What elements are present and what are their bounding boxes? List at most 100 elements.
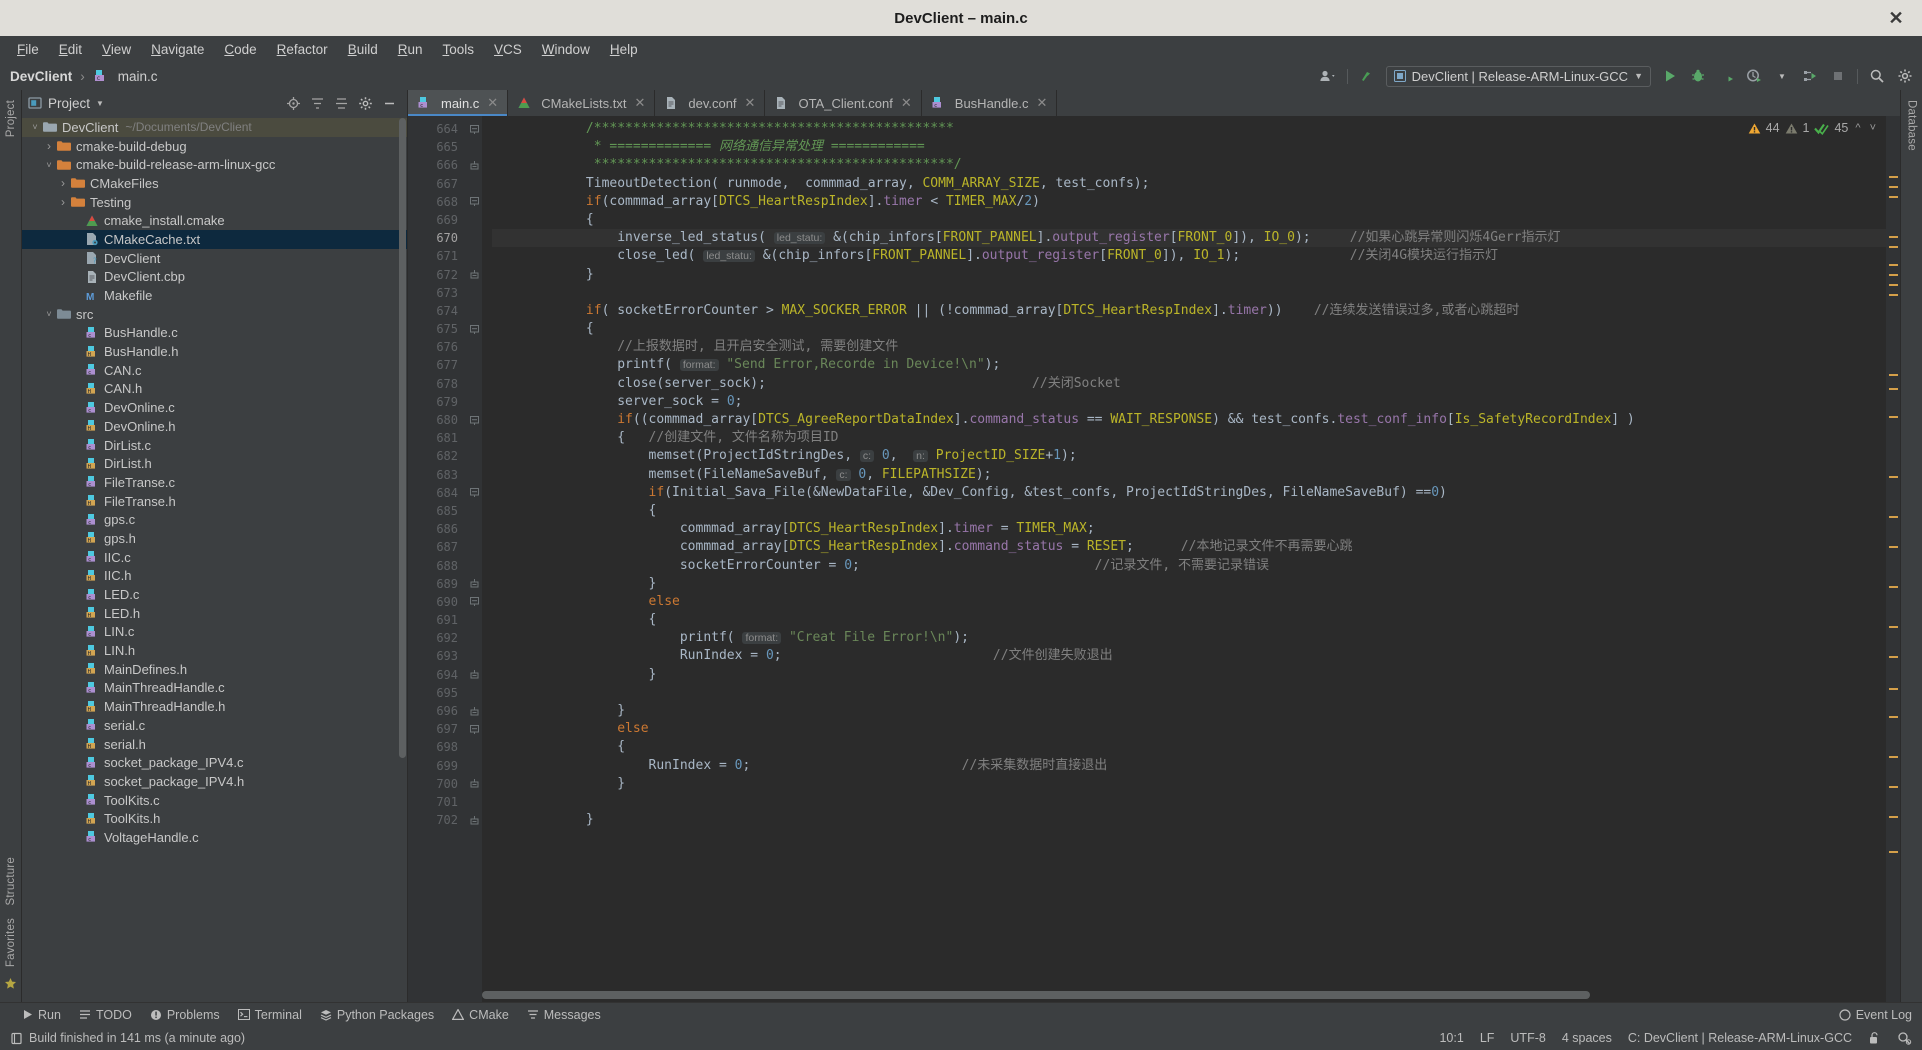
run-configuration-selector[interactable]: DevClient | Release-ARM-Linux-GCC ▼: [1385, 65, 1651, 87]
line-separator[interactable]: LF: [1480, 1031, 1495, 1045]
error-stripe-marker[interactable]: [1889, 388, 1898, 390]
code-line[interactable]: { //创建文件, 文件名称为项目ID: [492, 429, 1886, 447]
code-line[interactable]: else: [492, 720, 1886, 738]
close-icon[interactable]: ✕: [901, 95, 912, 111]
error-stripe-marker[interactable]: [1889, 294, 1898, 296]
gear-icon[interactable]: [358, 96, 373, 111]
fold-collapse-icon[interactable]: [466, 120, 482, 138]
error-stripe-marker[interactable]: [1889, 851, 1898, 853]
code-line[interactable]: }: [492, 266, 1886, 284]
tool-window-button-problems[interactable]: Problems: [150, 1008, 220, 1022]
tree-node[interactable]: H IIC.h: [22, 567, 407, 586]
error-stripe-marker[interactable]: [1889, 236, 1898, 238]
locate-icon[interactable]: [286, 96, 301, 111]
code-line[interactable]: }: [492, 811, 1886, 829]
error-stripe-marker[interactable]: [1889, 786, 1898, 788]
tree-node[interactable]: H LIN.h: [22, 641, 407, 660]
tree-node[interactable]: c LED.c: [22, 585, 407, 604]
code-line[interactable]: }: [492, 575, 1886, 593]
run-with-coverage-icon[interactable]: [1717, 67, 1735, 85]
close-icon[interactable]: ✕: [1886, 8, 1906, 28]
fold-collapse-icon[interactable]: [466, 593, 482, 611]
code-line[interactable]: close(server_sock); //关闭Socket: [492, 375, 1886, 393]
menu-item-run[interactable]: Run: [389, 40, 432, 59]
code-line[interactable]: [492, 793, 1886, 811]
close-icon[interactable]: ✕: [745, 95, 756, 111]
menu-item-file[interactable]: File: [8, 40, 48, 59]
tree-node[interactable]: H ToolKits.h: [22, 809, 407, 828]
code-line[interactable]: RunIndex = 0; //未采集数据时直接退出: [492, 757, 1886, 775]
tree-node[interactable]: H DirList.h: [22, 454, 407, 473]
menu-item-tools[interactable]: Tools: [434, 40, 484, 59]
tree-node[interactable]: Hsocket_package_IPV4.h: [22, 772, 407, 791]
caret-position[interactable]: 10:1: [1439, 1031, 1463, 1045]
tree-node[interactable]: › CMakeFiles: [22, 174, 407, 193]
tree-node[interactable]: ˅ cmake-build-release-arm-linux-gcc: [22, 155, 407, 174]
error-stripe-marker[interactable]: [1889, 716, 1898, 718]
code-line[interactable]: if(Initial_Sava_File(&NewDataFile, &Dev_…: [492, 484, 1886, 502]
code-text-area[interactable]: /***************************************…: [482, 116, 1886, 1002]
fold-collapse-icon[interactable]: [466, 484, 482, 502]
tool-window-stripe-project[interactable]: Project: [3, 94, 19, 143]
code-line[interactable]: {: [492, 611, 1886, 629]
error-stripe-marker[interactable]: [1889, 176, 1898, 178]
menu-item-navigate[interactable]: Navigate: [142, 40, 213, 59]
code-line[interactable]: * ============= 网络通信异常处理 ============: [492, 138, 1886, 156]
error-stripe-marker[interactable]: [1889, 476, 1898, 478]
tree-node[interactable]: H DevOnline.h: [22, 417, 407, 436]
code-line[interactable]: TimeoutDetection( runmode, commmad_array…: [492, 175, 1886, 193]
fold-collapse-icon[interactable]: [466, 193, 482, 211]
chevron-right-icon[interactable]: ›: [56, 176, 70, 190]
code-line[interactable]: printf( format: "Send Error,Recorde in D…: [492, 356, 1886, 374]
user-avatar-icon[interactable]: [1319, 67, 1337, 85]
tool-window-stripe-favorites[interactable]: Favorites: [3, 912, 19, 973]
tree-node[interactable]: c gps.c: [22, 510, 407, 529]
tree-node[interactable]: H BusHandle.h: [22, 342, 407, 361]
tree-node[interactable]: H LED.h: [22, 604, 407, 623]
tool-window-stripe-structure[interactable]: Structure: [3, 851, 19, 911]
chevron-up-icon[interactable]: ^: [1853, 122, 1862, 134]
tree-node[interactable]: ˅ DevClient ~/Documents/DevClient: [22, 118, 407, 137]
error-stripe-marker[interactable]: [1889, 656, 1898, 658]
error-stripe-marker[interactable]: [1889, 374, 1898, 376]
error-stripe-marker[interactable]: [1889, 516, 1898, 518]
editor-tab-bushandle-c[interactable]: c BusHandle.c ✕: [922, 90, 1058, 116]
chevron-right-icon[interactable]: ›: [42, 139, 56, 153]
tree-node[interactable]: CMakeCache.txt: [22, 230, 407, 249]
tree-node[interactable]: H CAN.h: [22, 380, 407, 399]
chevron-right-icon[interactable]: ›: [56, 195, 70, 209]
menu-item-window[interactable]: Window: [533, 40, 599, 59]
event-log-button[interactable]: Event Log: [1839, 1008, 1912, 1022]
tree-node[interactable]: c LIN.c: [22, 623, 407, 642]
chevron-down-icon[interactable]: ▼: [96, 99, 104, 108]
code-line[interactable]: if((commmad_array[DTCS_AgreeReportDataIn…: [492, 411, 1886, 429]
code-line[interactable]: ****************************************…: [492, 156, 1886, 174]
expand-all-icon[interactable]: [310, 96, 325, 111]
code-line[interactable]: commmad_array[DTCS_HeartRespIndex].comma…: [492, 538, 1886, 556]
code-folding-gutter[interactable]: [466, 116, 482, 1002]
code-line[interactable]: if(commmad_array[DTCS_HeartRespIndex].ti…: [492, 193, 1886, 211]
tree-node[interactable]: ˅ src: [22, 305, 407, 324]
fold-end-icon[interactable]: [466, 156, 482, 174]
code-line[interactable]: close_led( led_statu: &(chip_infors[FRON…: [492, 247, 1886, 265]
tree-node[interactable]: H MainDefines.h: [22, 660, 407, 679]
fold-end-icon[interactable]: [466, 775, 482, 793]
favorites-star-icon[interactable]: [4, 973, 17, 992]
breadcrumb-project[interactable]: DevClient: [10, 69, 72, 84]
code-line[interactable]: }: [492, 775, 1886, 793]
code-line[interactable]: socketErrorCounter = 0; //记录文件, 不需要记录错误: [492, 557, 1886, 575]
tool-window-button-run[interactable]: Run: [22, 1008, 61, 1022]
code-line[interactable]: {: [492, 738, 1886, 756]
tree-node[interactable]: Hserial.h: [22, 735, 407, 754]
toolchain-indicator[interactable]: C: DevClient | Release-ARM-Linux-GCC: [1628, 1031, 1852, 1045]
fold-end-icon[interactable]: [466, 266, 482, 284]
profiler-icon[interactable]: [1745, 67, 1763, 85]
code-line[interactable]: memset(FileNameSaveBuf, c: 0, FILEPATHSI…: [492, 466, 1886, 484]
code-line[interactable]: /***************************************…: [492, 120, 1886, 138]
close-icon[interactable]: ✕: [1037, 95, 1048, 111]
tree-node[interactable]: c BusHandle.c: [22, 324, 407, 343]
fold-end-icon[interactable]: [466, 702, 482, 720]
code-line[interactable]: }: [492, 666, 1886, 684]
error-stripe-marker[interactable]: [1889, 546, 1898, 548]
error-stripe-marker[interactable]: [1889, 688, 1898, 690]
